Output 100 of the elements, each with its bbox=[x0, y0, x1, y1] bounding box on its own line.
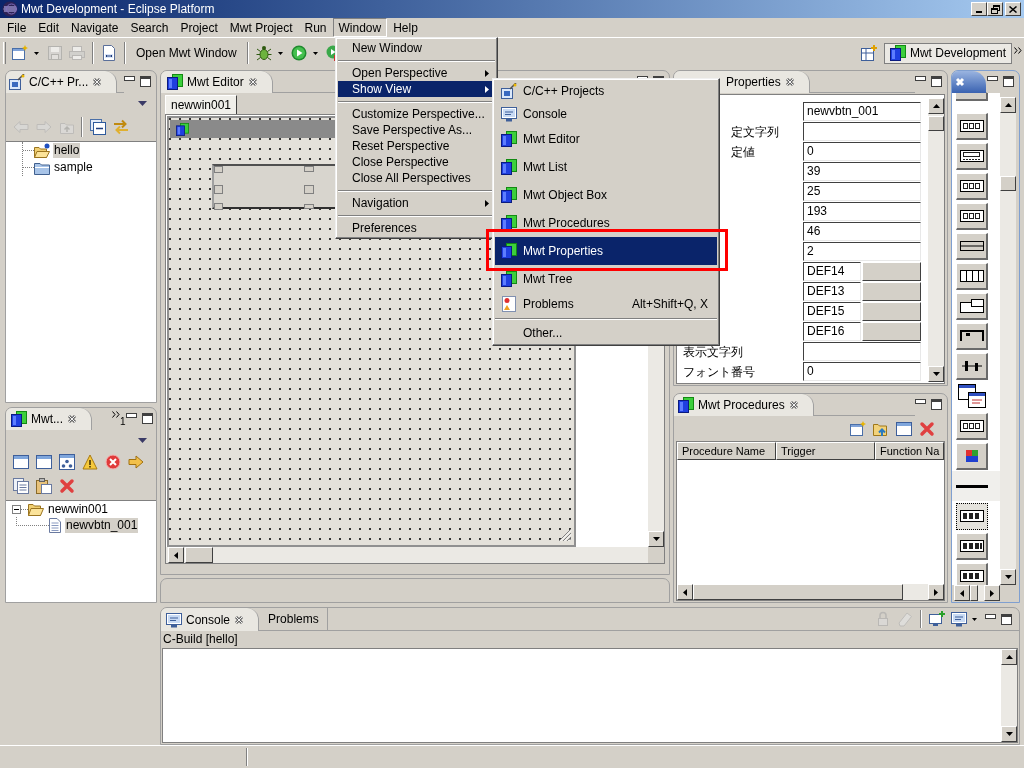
caret-icon[interactable] bbox=[34, 51, 39, 55]
minimize-icon[interactable] bbox=[915, 76, 926, 81]
column-header[interactable]: Trigger bbox=[776, 442, 875, 460]
property-field[interactable]: DEF14 bbox=[803, 262, 861, 281]
menu-item[interactable]: Close All Perspectives bbox=[338, 170, 495, 186]
property-field[interactable]: newvbtn_001 bbox=[803, 102, 921, 121]
more-views-button[interactable]: 1 bbox=[112, 411, 126, 427]
property-button[interactable] bbox=[862, 282, 921, 301]
maximize-icon[interactable] bbox=[1001, 614, 1012, 625]
scrollbar-thumb[interactable] bbox=[1000, 176, 1016, 191]
close-button[interactable] bbox=[1005, 2, 1021, 16]
property-field[interactable]: DEF13 bbox=[803, 282, 861, 301]
menu-item[interactable]: Navigate bbox=[65, 18, 125, 37]
menu-item[interactable]: Search bbox=[124, 18, 175, 37]
property-field[interactable]: 39 bbox=[803, 162, 921, 181]
menu-item[interactable]: Other... bbox=[495, 323, 717, 343]
scroll-down-button[interactable] bbox=[928, 366, 944, 382]
selection-handle[interactable] bbox=[304, 166, 314, 172]
view-tab[interactable]: Console bbox=[161, 608, 260, 631]
menu-item[interactable]: Console bbox=[495, 102, 717, 125]
menu-item[interactable]: Preferences bbox=[338, 220, 495, 236]
chevron-icon[interactable] bbox=[112, 411, 120, 418]
maximize-icon[interactable] bbox=[931, 399, 942, 410]
palette-tab[interactable] bbox=[952, 71, 986, 93]
menu-item[interactable]: Run bbox=[298, 18, 333, 37]
caret-icon[interactable] bbox=[312, 51, 318, 55]
tree-item[interactable]: newwin001 bbox=[47, 501, 110, 517]
property-button[interactable] bbox=[862, 322, 921, 341]
menu-item[interactable]: Save Perspective As... bbox=[338, 122, 495, 138]
scrollbar-thumb[interactable] bbox=[928, 116, 944, 131]
caret-icon[interactable] bbox=[138, 100, 147, 106]
property-field[interactable]: 25 bbox=[803, 182, 921, 201]
open-window-button[interactable]: Open Mwt Window bbox=[130, 42, 243, 64]
scrollbar-thumb[interactable] bbox=[970, 585, 978, 601]
tree-item[interactable]: sample bbox=[53, 160, 94, 175]
property-field[interactable]: 2 bbox=[803, 242, 921, 261]
menu-item[interactable]: Customize Perspective... bbox=[338, 106, 495, 122]
minimize-icon[interactable] bbox=[985, 614, 996, 619]
property-field[interactable]: 0 bbox=[803, 362, 921, 381]
minimize-icon[interactable] bbox=[124, 76, 135, 81]
menu-item[interactable]: Mwt Object Box bbox=[495, 181, 717, 209]
menu-item[interactable]: Close Perspective bbox=[338, 154, 495, 170]
column-header[interactable]: Procedure Name bbox=[677, 442, 776, 460]
scroll-down-button[interactable] bbox=[1001, 726, 1017, 742]
menu-item[interactable]: Reset Perspective bbox=[338, 138, 495, 154]
property-field[interactable]: DEF15 bbox=[803, 302, 861, 321]
scroll-down-button[interactable] bbox=[1000, 569, 1016, 585]
minimize-button[interactable] bbox=[971, 2, 987, 16]
menu-item[interactable]: Mwt Project bbox=[223, 18, 299, 37]
minimize-icon[interactable] bbox=[987, 76, 998, 81]
property-field[interactable]: 193 bbox=[803, 202, 921, 221]
property-field[interactable]: DEF16 bbox=[803, 322, 861, 341]
menu-item[interactable]: Edit bbox=[32, 18, 66, 37]
view-tab[interactable]: Problems bbox=[259, 608, 328, 631]
minimize-icon[interactable] bbox=[915, 399, 926, 404]
menu-item[interactable]: Show View bbox=[338, 81, 495, 97]
page-tab[interactable]: newwin001 bbox=[165, 95, 238, 114]
menu-item[interactable]: Mwt Editor bbox=[495, 125, 717, 153]
menu-item[interactable]: Navigation bbox=[338, 195, 495, 211]
scroll-left-button[interactable] bbox=[677, 584, 693, 600]
menu-item[interactable]: Mwt Properties bbox=[495, 237, 717, 265]
close-icon[interactable] bbox=[234, 614, 245, 625]
maximize-icon[interactable] bbox=[141, 413, 153, 424]
close-icon[interactable] bbox=[247, 77, 258, 87]
view-tab[interactable]: Mwt Procedures bbox=[674, 394, 814, 416]
chevron-icon[interactable] bbox=[1014, 46, 1022, 54]
view-tab[interactable]: C/C++ Pr... bbox=[6, 71, 118, 93]
menu-item[interactable]: Help bbox=[387, 18, 424, 37]
scroll-up-button[interactable] bbox=[928, 98, 944, 114]
menu-item[interactable]: New Window bbox=[338, 40, 495, 56]
perspective-button[interactable]: Mwt Development bbox=[883, 42, 1012, 64]
scroll-left-button[interactable] bbox=[954, 585, 970, 601]
property-field[interactable] bbox=[803, 342, 921, 361]
menu-item[interactable]: Mwt List bbox=[495, 153, 717, 181]
view-tab[interactable]: Mwt... bbox=[6, 408, 92, 430]
maximize-icon[interactable] bbox=[140, 76, 151, 87]
scroll-up-button[interactable] bbox=[1001, 649, 1017, 665]
menu-item[interactable]: Problems Alt+Shift+Q, X bbox=[495, 293, 717, 315]
menu-item[interactable]: Mwt Tree bbox=[495, 265, 717, 293]
menu-item[interactable]: File bbox=[1, 18, 33, 37]
close-icon[interactable] bbox=[92, 77, 103, 87]
caret-icon[interactable] bbox=[138, 437, 147, 443]
scroll-down-button[interactable] bbox=[648, 531, 664, 547]
maximize-icon[interactable] bbox=[931, 76, 942, 87]
tree-item[interactable]: newvbtn_001 bbox=[65, 517, 139, 533]
column-header[interactable]: Function Na bbox=[875, 442, 944, 460]
maximize-icon[interactable] bbox=[1003, 76, 1014, 87]
scroll-left-button[interactable] bbox=[168, 547, 184, 563]
palette-tool-button[interactable] bbox=[956, 382, 988, 410]
scroll-up-button[interactable] bbox=[1000, 97, 1016, 113]
caret-icon[interactable] bbox=[972, 617, 977, 621]
property-field[interactable] bbox=[803, 122, 921, 141]
property-button[interactable] bbox=[862, 262, 921, 281]
selection-handle[interactable] bbox=[214, 166, 223, 173]
scrollbar-thumb[interactable] bbox=[185, 547, 213, 563]
scroll-right-button[interactable] bbox=[928, 584, 944, 600]
close-icon[interactable] bbox=[788, 400, 799, 410]
view-tab[interactable]: Mwt Editor bbox=[161, 71, 273, 93]
property-field[interactable]: 0 bbox=[803, 142, 921, 161]
minimize-icon[interactable] bbox=[125, 413, 137, 418]
